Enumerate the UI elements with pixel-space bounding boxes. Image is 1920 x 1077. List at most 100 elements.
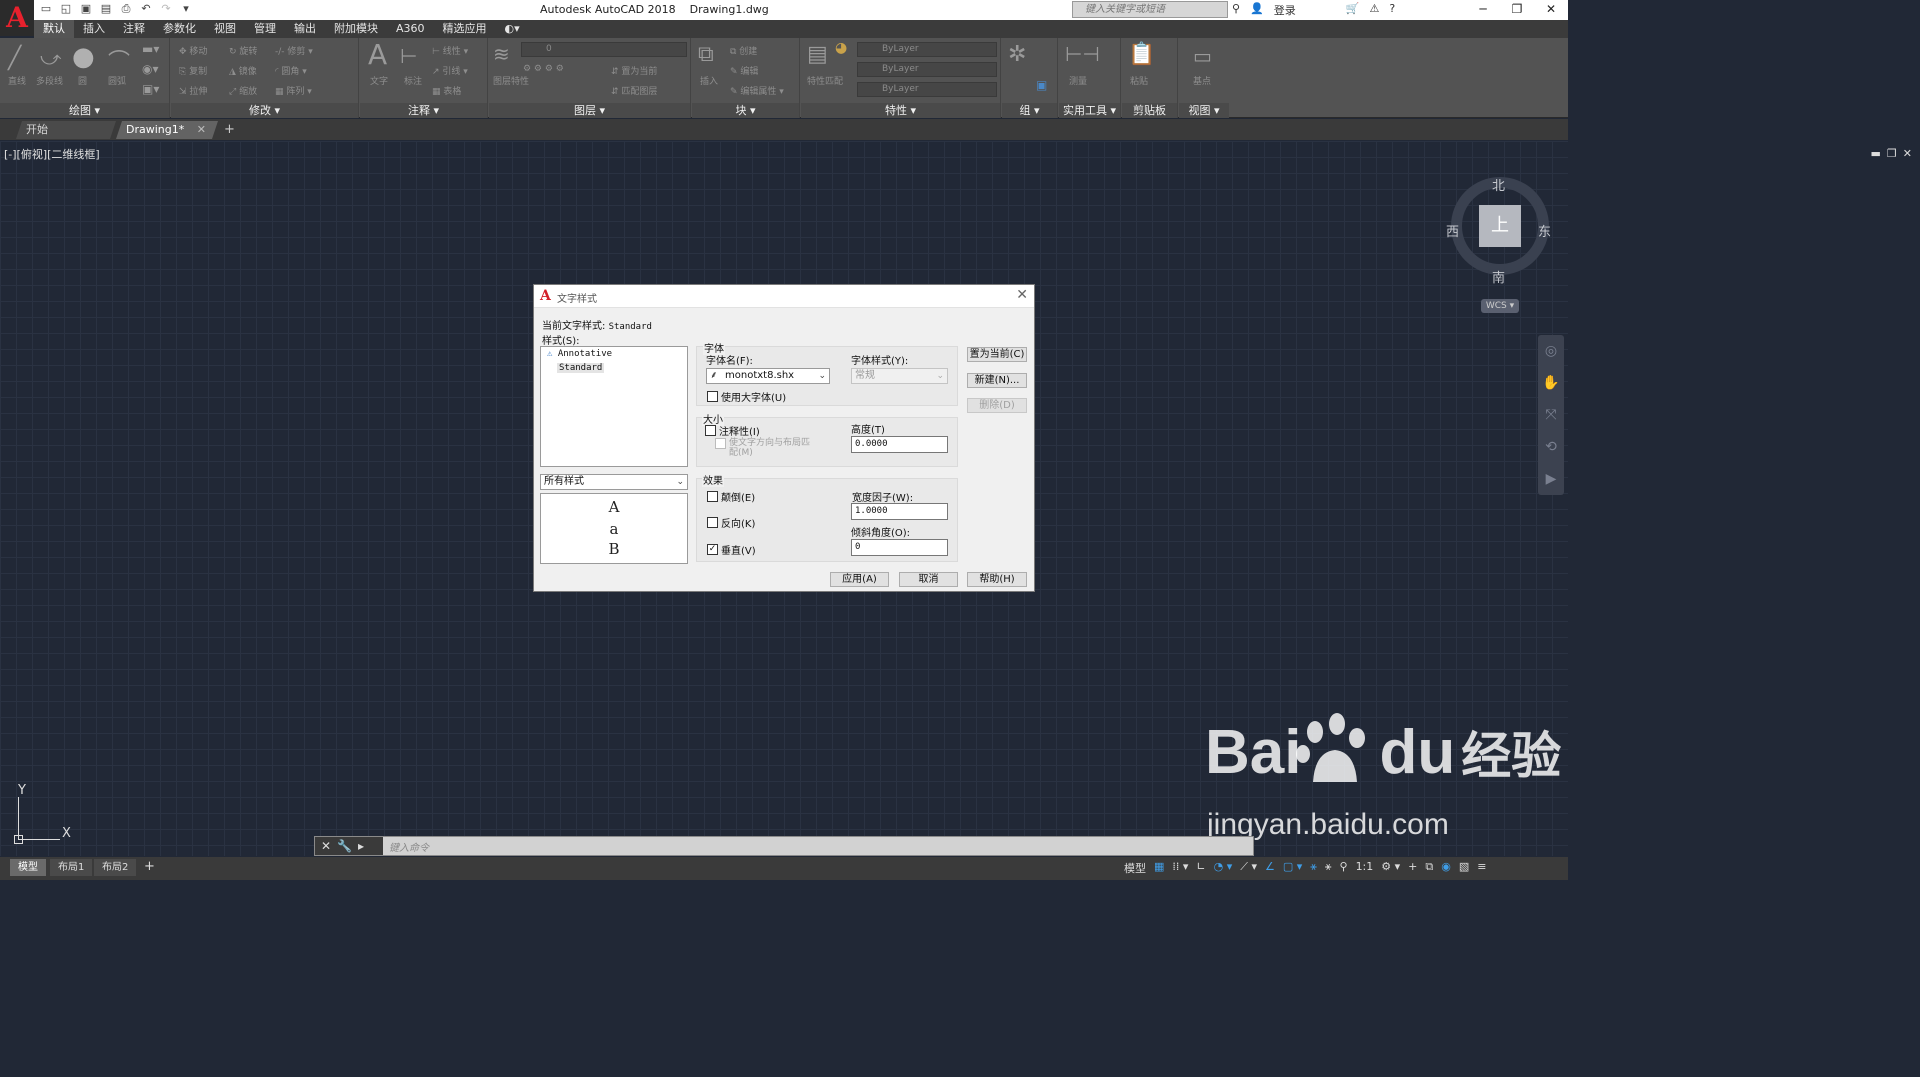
print-icon[interactable]: ⎙ <box>118 2 134 17</box>
pan-icon[interactable]: ✋ <box>1538 367 1564 399</box>
restore-icon[interactable]: ❐ <box>1500 0 1534 20</box>
save-as-icon[interactable]: ▤ <box>98 2 114 17</box>
leader-tool[interactable]: ↗ 引线 ▾ <box>432 64 468 77</box>
layer-dropdown[interactable]: 0 <box>521 42 687 57</box>
dialog-close-icon[interactable]: ✕ <box>1016 287 1028 303</box>
set-current-layer[interactable]: ⇵ 置为当前 <box>611 64 657 77</box>
tab-start[interactable]: 开始 <box>16 121 116 139</box>
panel-utilities-title[interactable]: 实用工具 ▾ <box>1059 103 1120 118</box>
table-tool[interactable]: ▦ 表格 <box>432 84 461 97</box>
width-factor-input[interactable]: 1.0000 <box>851 503 948 520</box>
polar-icon[interactable]: ◔ ▾ <box>1214 860 1233 876</box>
trim-tool[interactable]: -/- 修剪 ▾ <box>275 44 313 57</box>
tab-view[interactable]: 视图 <box>205 20 245 38</box>
isolate-objects-icon[interactable]: ◉ <box>1441 860 1451 876</box>
set-current-button[interactable]: 置为当前(C) <box>967 347 1027 362</box>
circle-icon[interactable]: ● <box>72 42 95 72</box>
tab-drawing1[interactable]: Drawing1* ✕ <box>116 121 218 139</box>
cart-icon[interactable]: 🛒 <box>1346 2 1360 18</box>
checkbox-box[interactable] <box>715 438 726 449</box>
new-file-icon[interactable]: ▭ <box>38 2 54 17</box>
polyline-icon[interactable]: ⤻ <box>40 46 61 70</box>
snap-icon[interactable]: ⁞⁞ ▾ <box>1172 860 1188 876</box>
grid-icon[interactable]: ▦ <box>1154 860 1164 876</box>
command-customize-icon[interactable]: 🔧 <box>337 837 352 855</box>
checkbox-box[interactable] <box>707 391 718 402</box>
model-space-toggle[interactable]: 模型 <box>1124 860 1146 876</box>
oblique-angle-input[interactable]: 0 <box>851 539 948 556</box>
viewcube-top-face[interactable]: 上 <box>1479 205 1521 247</box>
command-close-icon[interactable]: ✕ <box>321 837 331 855</box>
new-style-button[interactable]: 新建(N)... <box>967 373 1027 388</box>
application-menu-button[interactable]: A <box>0 0 34 36</box>
object-snap-icon[interactable]: ▢ ▾ <box>1283 860 1302 876</box>
command-history-icon[interactable]: ▸ <box>358 837 364 855</box>
object-snap-tracking-icon[interactable]: ∠ <box>1265 860 1275 876</box>
command-line[interactable]: ✕ 🔧 ▸ 键入命令 <box>314 836 1254 856</box>
tab-home[interactable]: 默认 <box>34 20 74 38</box>
tab-model[interactable]: 模型 <box>10 859 46 876</box>
checkbox-box[interactable] <box>705 425 716 436</box>
vertical-checkbox[interactable]: ✓ 垂直(V) <box>707 542 756 557</box>
compass-west[interactable]: 西 <box>1446 221 1459 240</box>
edit-block[interactable]: ✎ 编辑 <box>730 64 758 77</box>
line-icon[interactable]: ╱ <box>8 46 21 71</box>
tab-parametric[interactable]: 参数化 <box>154 20 205 38</box>
hardware-acceleration-icon[interactable]: ▧ <box>1459 860 1469 876</box>
move-tool[interactable]: ✥ 移动 <box>179 44 207 57</box>
help-icon[interactable]: ? <box>1389 2 1395 18</box>
tab-manage[interactable]: 管理 <box>245 20 285 38</box>
panel-properties-title[interactable]: 特性 ▾ <box>801 103 1000 118</box>
base-point-icon[interactable]: ▭ <box>1193 44 1212 68</box>
viewport-minimize-icon[interactable]: ▬ <box>1871 147 1881 160</box>
compass-east[interactable]: 东 <box>1538 221 1551 240</box>
mirror-tool[interactable]: ◮ 镜像 <box>229 64 257 77</box>
undo-icon[interactable]: ↶ <box>138 2 154 17</box>
binoculars-icon[interactable]: ⚲ <box>1232 2 1240 18</box>
new-tab-icon[interactable]: + <box>224 122 235 137</box>
panel-layers-title[interactable]: 图层 ▾ <box>489 103 690 118</box>
arc-icon[interactable]: ⌒ <box>108 44 130 76</box>
annotation-scale-value[interactable]: 1:1 <box>1356 860 1374 876</box>
list-item[interactable]: ⚠ Annotative <box>547 349 612 359</box>
font-name-select[interactable]: ⸙ monotxt8.shx ⌄ <box>706 368 830 384</box>
checkbox-box[interactable] <box>707 517 718 528</box>
customize-qat-icon[interactable]: ▾ <box>178 2 194 17</box>
compass-north[interactable]: 北 <box>1492 175 1505 194</box>
color-wheel-icon[interactable]: ◕ <box>835 40 847 56</box>
match-layer[interactable]: ⇵ 匹配图层 <box>611 84 657 97</box>
tab-annotate[interactable]: 注释 <box>114 20 154 38</box>
dialog-title-bar[interactable]: A 文字样式 ✕ <box>534 285 1034 308</box>
close-tab-icon[interactable]: ✕ <box>197 121 206 139</box>
units-icon[interactable]: ⧉ <box>1425 860 1433 876</box>
use-big-font-checkbox[interactable]: 使用大字体(U) <box>707 389 786 404</box>
annotative-checkbox[interactable]: 注释性(I) <box>705 423 760 438</box>
user-icon[interactable]: 👤 <box>1250 2 1264 18</box>
add-layout-icon[interactable]: + <box>144 859 155 874</box>
match-orientation-checkbox[interactable]: 使文字方向与布局匹配(M) <box>715 438 815 458</box>
tab-a360[interactable]: A360 <box>387 20 434 38</box>
search-input[interactable]: 键入关键字或短语 <box>1072 1 1228 18</box>
panel-view-title[interactable]: 视图 ▾ <box>1179 103 1229 118</box>
tab-layout1[interactable]: 布局1 <box>50 859 93 876</box>
stretch-tool[interactable]: ⇲ 拉伸 <box>179 84 207 97</box>
tab-layout2[interactable]: 布局2 <box>94 859 137 876</box>
close-icon[interactable]: ✕ <box>1534 0 1568 20</box>
backwards-checkbox[interactable]: 反向(K) <box>707 515 755 530</box>
list-item-selected[interactable]: Standard <box>557 363 605 373</box>
annotation-visibility-icon[interactable]: ⚹ <box>1310 860 1317 876</box>
annotation-scale-icon[interactable]: ⚲ <box>1340 860 1348 876</box>
tab-addins[interactable]: 附加模块 <box>325 20 387 38</box>
checkmark-icon[interactable]: ✓ <box>707 544 718 555</box>
copy-tool[interactable]: ⎘ 复制 <box>179 64 207 77</box>
edit-attributes[interactable]: ✎ 编辑属性 ▾ <box>730 84 784 97</box>
insert-block-icon[interactable]: ⧉ <box>698 42 714 67</box>
minimize-icon[interactable]: ─ <box>1466 0 1500 20</box>
create-block[interactable]: ⧉ 创建 <box>730 44 757 57</box>
open-file-icon[interactable]: ◱ <box>58 2 74 17</box>
wcs-menu[interactable]: WCS ▾ <box>1481 299 1519 313</box>
linetype-dropdown[interactable]: ByLayer <box>857 62 997 77</box>
panel-draw-title[interactable]: 绘图 ▾ <box>0 103 169 118</box>
scale-tool[interactable]: ⤢ 缩放 <box>229 84 257 97</box>
ortho-icon[interactable]: ∟ <box>1196 860 1205 876</box>
